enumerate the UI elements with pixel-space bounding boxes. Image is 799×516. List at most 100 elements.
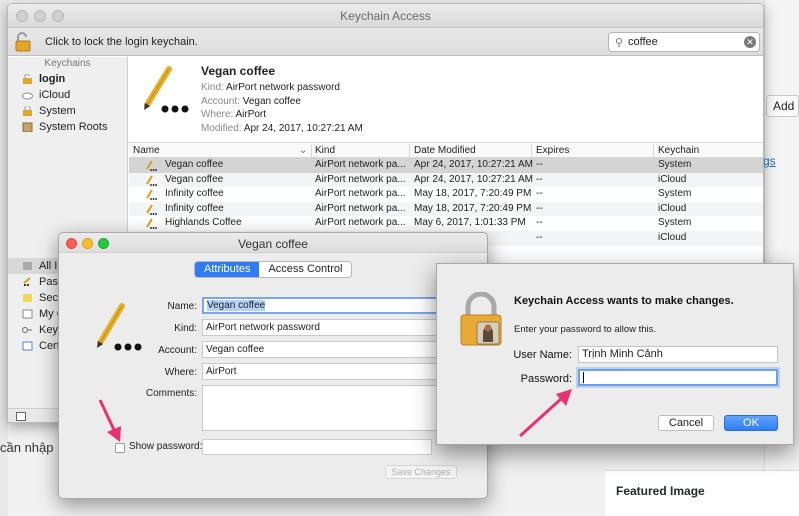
dialog-title: Vegan coffee: [238, 237, 308, 251]
item-attributes-dialog: Vegan coffee Attributes Access Control N…: [58, 232, 489, 499]
search-value: coffee: [628, 36, 658, 48]
item-name: Vegan coffee: [201, 64, 276, 78]
item-where-row: Where: AirPort: [201, 109, 266, 120]
table-row[interactable]: Vegan coffee AirPort network pa... Apr 24,…: [129, 158, 763, 173]
cell-expires: --: [536, 231, 543, 243]
column-keychain[interactable]: Keychain: [658, 145, 699, 156]
cancel-button[interactable]: Cancel: [658, 415, 714, 431]
cell-date: Apr 24, 2017, 10:27:21 AM: [414, 159, 533, 170]
column-kind[interactable]: Kind: [315, 145, 335, 156]
items-table: Name ⌄ Kind Date Modified Expires Keycha…: [129, 143, 763, 246]
clear-search-icon[interactable]: ✕: [744, 36, 756, 48]
kind-label: Kind:: [201, 82, 224, 93]
lock-keychain-text[interactable]: Click to lock the login keychain.: [45, 36, 198, 48]
modified-value: Apr 24, 2017, 10:27:21 AM: [243, 123, 363, 134]
cell-date: Apr 24, 2017, 10:27:21 AM: [414, 173, 533, 185]
cell-kind: AirPort network pa...: [315, 188, 406, 200]
title-bar: Keychain Access: [8, 4, 763, 28]
item-modified-row: Modified: Apr 24, 2017, 10:27:21 AM: [201, 123, 363, 134]
password-item-icon: [146, 160, 157, 171]
tab-attributes[interactable]: Attributes: [195, 262, 260, 277]
background-text: cần nhập: [0, 440, 54, 455]
column-separator: [409, 144, 410, 157]
background-add-button[interactable]: Add: [766, 95, 799, 117]
table-row[interactable]: Highlands Coffee AirPort network pa... May…: [129, 216, 763, 231]
kind-value: AirPort network password: [226, 82, 340, 93]
column-separator: [531, 144, 532, 157]
column-separator: [653, 144, 654, 157]
cell-kind: AirPort network pa...: [315, 217, 406, 229]
table-row[interactable]: Vegan coffee AirPort network pa... Apr 24,…: [129, 172, 763, 188]
name-value: Vegan coffee: [207, 300, 266, 311]
password-item-icon: [144, 66, 189, 113]
cell-expires: --: [536, 159, 543, 170]
password-item-icon: [146, 175, 157, 186]
column-date-modified[interactable]: Date Modified: [414, 145, 476, 156]
password-field[interactable]: [578, 369, 778, 386]
toolbar: Click to lock the login keychain. ⚲ coff…: [8, 28, 763, 56]
cell-keychain: iCloud: [658, 202, 687, 214]
window-title: Keychain Access: [340, 9, 431, 23]
cell-keychain: iCloud: [658, 231, 687, 243]
cell-name: Highlands Coffee: [165, 217, 242, 229]
lock-icon: [23, 106, 32, 116]
cabinet-icon: [22, 122, 33, 132]
sidebar-item-icloud[interactable]: iCloud: [8, 87, 127, 103]
certificate-icon: [22, 309, 33, 319]
item-kind-row: Kind: AirPort network password: [201, 82, 340, 93]
sidebar-item-label: login: [39, 73, 66, 85]
lock-open-icon: [23, 74, 32, 84]
where-label: Where:: [164, 367, 197, 378]
sidebar-item-login[interactable]: login: [8, 71, 127, 87]
cell-keychain: System: [658, 217, 692, 229]
where-label: Where:: [201, 109, 234, 120]
search-icon: ⚲: [615, 37, 624, 49]
account-label: Account:: [158, 345, 197, 356]
password-label: Password:: [520, 373, 572, 385]
sidebar-item-label: System: [39, 105, 76, 117]
save-changes-button[interactable]: Save Changes: [385, 465, 457, 479]
cell-expires: --: [536, 173, 543, 185]
sort-chevron-icon[interactable]: ⌄: [299, 145, 307, 156]
auth-title: Keychain Access wants to make changes.: [514, 295, 734, 307]
search-input[interactable]: ⚲ coffee ✕: [608, 32, 760, 52]
item-detail-panel: Vegan coffee Kind: AirPort network passw…: [129, 57, 763, 143]
column-name[interactable]: Name: [133, 145, 160, 156]
password-icon: [23, 277, 31, 286]
sidebar-item-system-roots[interactable]: System Roots: [8, 119, 127, 135]
attributes-tab-bar: Attributes Access Control: [194, 261, 353, 278]
ok-button[interactable]: OK: [724, 415, 778, 431]
background-link[interactable]: gs: [763, 154, 776, 168]
password-item-icon: [146, 218, 157, 230]
sidebar-item-label: iCloud: [39, 89, 71, 101]
annotation-arrow-right: [518, 389, 572, 438]
tab-access-control[interactable]: Access Control: [259, 262, 351, 277]
column-expires[interactable]: Expires: [536, 145, 569, 156]
featured-image-title: Featured Image: [616, 484, 705, 498]
name-label: Name:: [167, 301, 197, 312]
table-row[interactable]: Infinity coffee AirPort network pa... May …: [129, 187, 763, 202]
password-field[interactable]: [202, 439, 432, 455]
keychains-header: Keychains: [44, 58, 91, 69]
cell-expires: --: [536, 217, 543, 229]
certificate-icon: [22, 341, 33, 351]
table-header: Name ⌄ Kind Date Modified Expires Keycha…: [129, 143, 763, 158]
cell-keychain: iCloud: [658, 173, 687, 185]
cell-name: Vegan coffee: [165, 159, 224, 170]
category-label: Cert: [39, 340, 60, 352]
table-row[interactable]: Infinity coffee AirPort network pa... May …: [129, 201, 763, 217]
show-password-label[interactable]: Show password:: [129, 441, 202, 452]
sidebar-item-system[interactable]: System: [8, 103, 127, 119]
where-value: AirPort: [235, 109, 267, 120]
cell-expires: --: [536, 202, 543, 214]
username-field[interactable]: Trịnh Minh Cảnh: [578, 346, 778, 363]
item-account-row: Account: Vegan coffee: [201, 96, 301, 107]
cell-date: May 18, 2017, 7:20:49 PM: [414, 202, 532, 214]
lock-open-icon[interactable]: [15, 32, 31, 52]
key-icon: [22, 327, 32, 333]
authorization-dialog: Keychain Access wants to make changes. E…: [436, 263, 794, 445]
account-value: Vegan coffee: [242, 96, 301, 107]
password-item-icon: [146, 189, 157, 201]
annotation-arrow-left: [98, 399, 121, 442]
info-icon[interactable]: [16, 412, 26, 421]
